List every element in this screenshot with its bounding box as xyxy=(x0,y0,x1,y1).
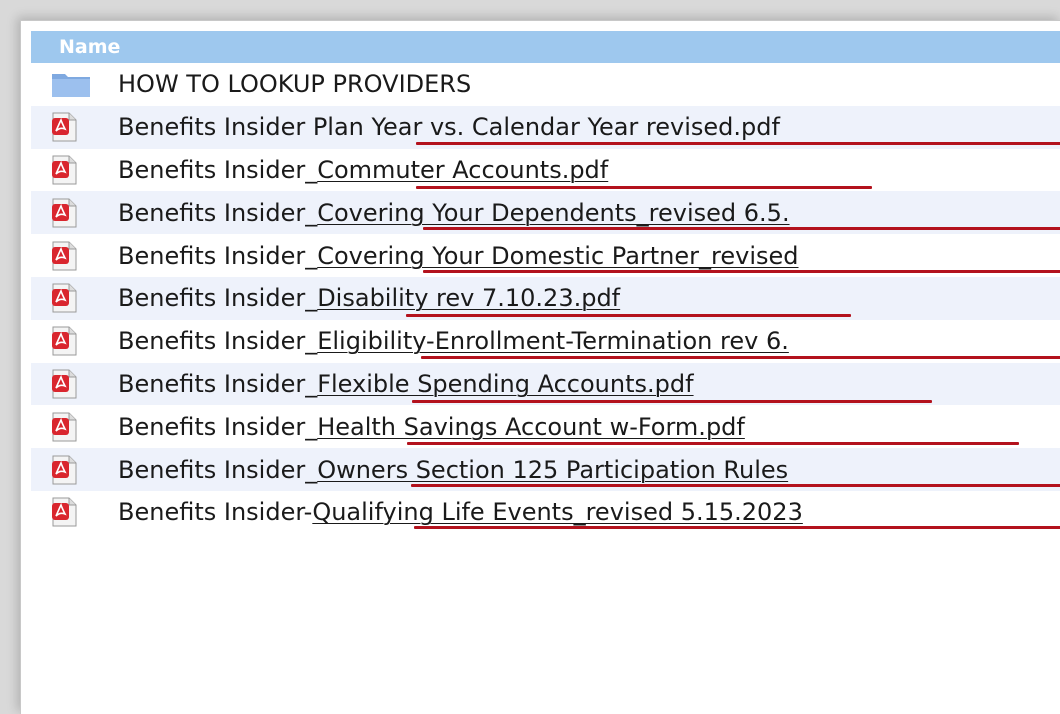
annotation-underline xyxy=(414,525,1060,529)
pdf-file-icon xyxy=(52,455,77,485)
annotation-underline xyxy=(416,185,872,189)
pdf-file-icon xyxy=(52,112,77,142)
pdf-file-icon xyxy=(52,326,77,356)
annotation-underline xyxy=(406,313,851,317)
list-item-pdf[interactable]: Benefits Insider_ Owners Section 125 Part… xyxy=(31,448,1060,491)
annotation-underline xyxy=(412,399,932,403)
list-item-pdf[interactable]: Benefits Insider_ Commuter Accounts.pdf xyxy=(31,149,1060,192)
annotation-underline xyxy=(416,141,1060,145)
list-item-pdf[interactable]: Benefits Insider- Qualifying Life Events_… xyxy=(31,491,1060,534)
list-item-pdf[interactable]: Benefits Insider_ Covering Your Dependent… xyxy=(31,191,1060,235)
pdf-file-icon xyxy=(52,283,77,313)
list-item-folder[interactable]: HOW TO LOOKUP PROVIDERS xyxy=(31,63,1060,106)
list-item-pdf[interactable]: Benefits Insider_ Disability rev 7.10.23.… xyxy=(31,276,1060,320)
annotation-underline xyxy=(407,442,1019,446)
pdf-file-icon xyxy=(52,241,77,271)
folder-name[interactable]: HOW TO LOOKUP PROVIDERS xyxy=(118,63,471,106)
pdf-file-icon xyxy=(52,198,77,228)
list-item-pdf[interactable]: Benefits Insider_ Health Savings Account … xyxy=(31,405,1060,448)
list-item-pdf[interactable]: Benefits Insider_ Covering Your Domestic … xyxy=(31,234,1060,277)
annotation-underline xyxy=(423,270,1060,274)
file-list-panel: Name HOW TO LOOKUP PROVIDERS Benefits In… xyxy=(20,20,1060,714)
file-name[interactable]: Benefits Insider_ Commuter Accounts.pdf xyxy=(118,149,608,192)
file-list: HOW TO LOOKUP PROVIDERS Benefits Insider… xyxy=(31,63,1060,534)
file-name[interactable]: Benefits Insider_ Flexible Spending Accou… xyxy=(118,363,694,406)
annotation-underline xyxy=(411,484,1060,488)
list-item-pdf[interactable]: Benefits Insider Plan Year vs. Calendar … xyxy=(31,105,1060,149)
pdf-file-icon xyxy=(52,155,77,185)
name-column-header[interactable]: Name xyxy=(31,31,1060,63)
list-item-pdf[interactable]: Benefits Insider_ Eligibility-Enrollment-… xyxy=(31,320,1060,363)
name-column-label: Name xyxy=(59,36,121,58)
list-item-pdf[interactable]: Benefits Insider_ Flexible Spending Accou… xyxy=(31,362,1060,406)
annotation-underline xyxy=(423,227,1060,231)
pdf-file-icon xyxy=(52,369,77,399)
annotation-underline xyxy=(421,355,1060,359)
pdf-file-icon xyxy=(52,497,77,527)
folder-icon xyxy=(52,74,90,98)
pdf-file-icon xyxy=(52,412,77,442)
